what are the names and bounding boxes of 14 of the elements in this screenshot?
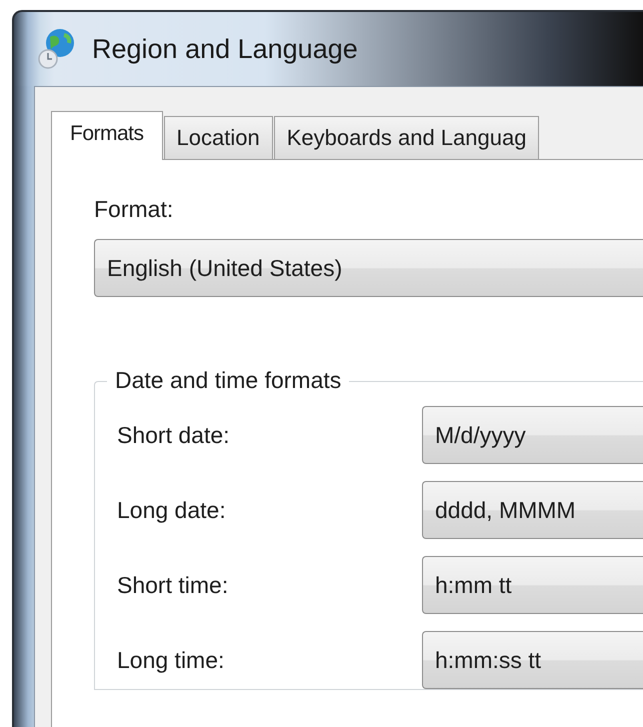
tab[interactable]: Keyboards and Languag — [274, 116, 540, 160]
field-label: Short time: — [117, 572, 230, 598]
format-dropdown[interactable]: dddd, MMMM — [422, 481, 643, 539]
tab[interactable]: Location — [164, 116, 273, 160]
field-label: Short date: — [117, 422, 231, 448]
format-dropdown[interactable]: M/d/yyyy — [422, 406, 643, 464]
tab[interactable]: Formats — [51, 111, 163, 160]
format-label: Format: — [94, 196, 174, 223]
format-dropdown[interactable]: h:mm tt — [422, 556, 643, 614]
format-dropdown[interactable]: English (United States) — [94, 239, 643, 297]
field-label: Long time: — [117, 646, 226, 674]
field-label: Long date: — [117, 496, 227, 524]
window-title: Region and Language — [92, 34, 358, 64]
format-dropdown[interactable]: h:mm:ss tt — [422, 631, 643, 689]
